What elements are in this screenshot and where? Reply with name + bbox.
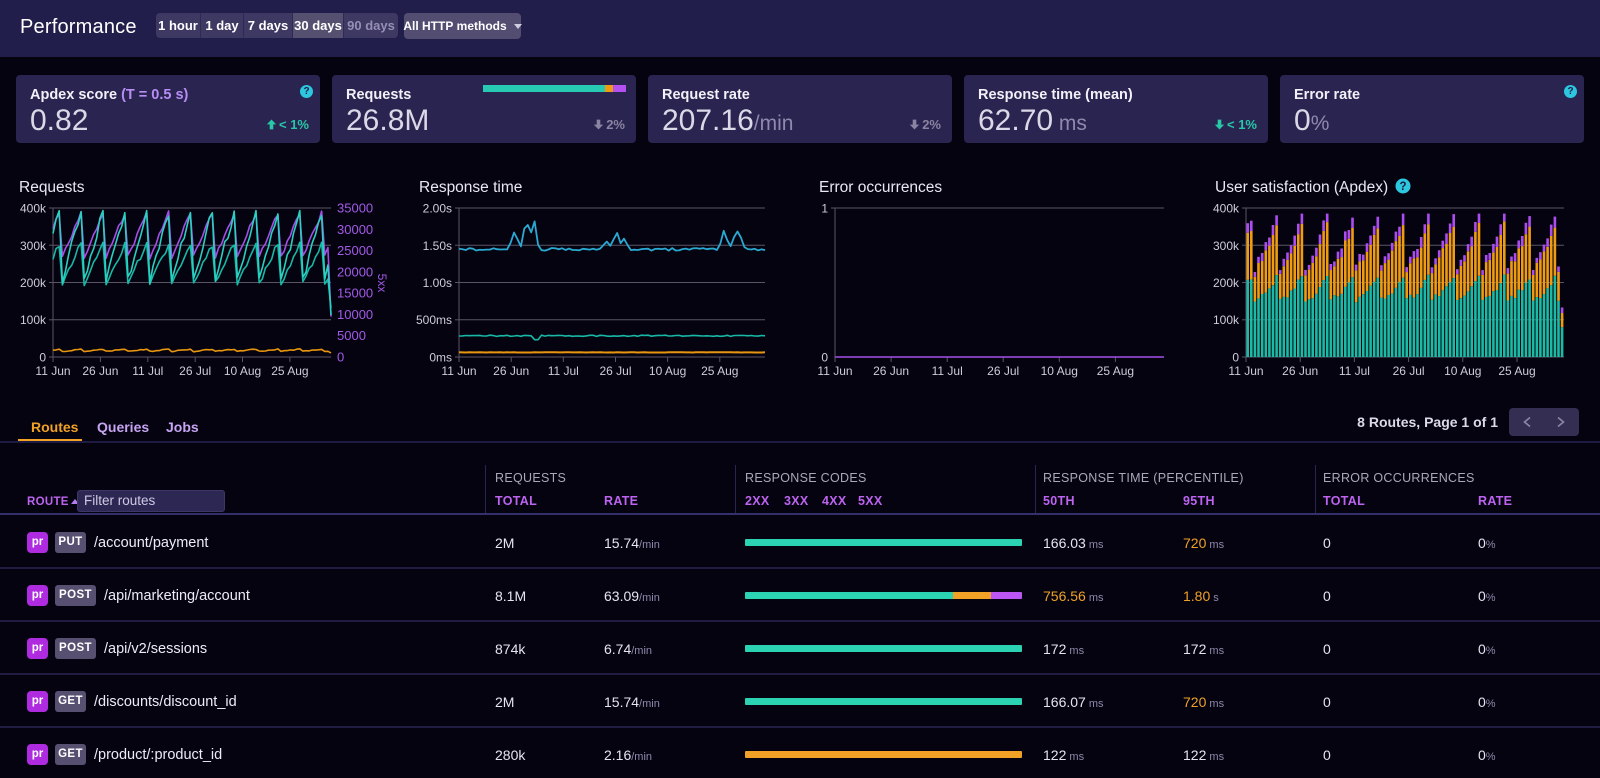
svg-text:Response time: Response time: [419, 179, 522, 196]
svg-text:11 Jun: 11 Jun: [35, 364, 70, 378]
svg-text:11 Jun: 11 Jun: [817, 364, 852, 378]
svg-text:200k: 200k: [1213, 276, 1240, 290]
svg-text:25 Aug: 25 Aug: [1498, 364, 1535, 378]
svg-text:User satisfaction (Apdex): User satisfaction (Apdex): [1215, 179, 1388, 196]
svg-text:5xx: 5xx: [375, 274, 389, 293]
svg-text:11 Jun: 11 Jun: [441, 364, 476, 378]
svg-text:Error occurrences: Error occurrences: [819, 179, 942, 196]
svg-text:11 Jul: 11 Jul: [1339, 364, 1370, 378]
svg-text:30000: 30000: [337, 222, 373, 237]
svg-text:10 Aug: 10 Aug: [1444, 364, 1481, 378]
svg-text:10 Aug: 10 Aug: [224, 364, 261, 378]
svg-text:20000: 20000: [337, 264, 373, 279]
svg-text:11 Jul: 11 Jul: [548, 364, 579, 378]
svg-text:?: ?: [1399, 181, 1406, 193]
svg-text:0ms: 0ms: [429, 351, 452, 365]
svg-text:26 Jun: 26 Jun: [82, 364, 118, 378]
svg-text:Requests: Requests: [19, 179, 85, 196]
svg-text:26 Jul: 26 Jul: [1393, 364, 1425, 378]
svg-text:2.00s: 2.00s: [423, 202, 452, 216]
svg-text:0: 0: [337, 350, 344, 365]
svg-text:10 Aug: 10 Aug: [1041, 364, 1078, 378]
svg-text:400k: 400k: [20, 202, 47, 216]
svg-text:11 Jul: 11 Jul: [932, 364, 963, 378]
svg-text:25 Aug: 25 Aug: [271, 364, 308, 378]
svg-text:26 Jun: 26 Jun: [1282, 364, 1318, 378]
svg-text:26 Jun: 26 Jun: [873, 364, 909, 378]
svg-text:300k: 300k: [1213, 239, 1240, 253]
svg-text:0: 0: [821, 351, 828, 365]
svg-text:26 Jul: 26 Jul: [987, 364, 1019, 378]
svg-text:26 Jun: 26 Jun: [493, 364, 529, 378]
svg-text:25 Aug: 25 Aug: [701, 364, 738, 378]
svg-text:0: 0: [39, 351, 46, 365]
svg-text:10000: 10000: [337, 307, 373, 322]
svg-text:35000: 35000: [337, 201, 373, 216]
svg-text:11 Jul: 11 Jul: [132, 364, 163, 378]
svg-text:1.00s: 1.00s: [423, 276, 452, 290]
svg-text:1.50s: 1.50s: [423, 239, 452, 253]
svg-text:5000: 5000: [337, 328, 366, 343]
svg-text:400k: 400k: [1213, 202, 1240, 216]
svg-text:0: 0: [1232, 351, 1239, 365]
svg-text:25 Aug: 25 Aug: [1097, 364, 1134, 378]
svg-text:100k: 100k: [20, 313, 47, 327]
svg-text:15000: 15000: [337, 286, 373, 301]
svg-text:26 Jul: 26 Jul: [179, 364, 211, 378]
svg-text:500ms: 500ms: [416, 313, 452, 327]
svg-text:26 Jul: 26 Jul: [599, 364, 631, 378]
svg-text:10 Aug: 10 Aug: [649, 364, 686, 378]
svg-text:100k: 100k: [1213, 313, 1240, 327]
svg-text:1: 1: [821, 202, 828, 216]
svg-text:11 Jun: 11 Jun: [1228, 364, 1263, 378]
svg-text:25000: 25000: [337, 243, 373, 258]
svg-text:200k: 200k: [20, 276, 47, 290]
svg-text:300k: 300k: [20, 239, 47, 253]
